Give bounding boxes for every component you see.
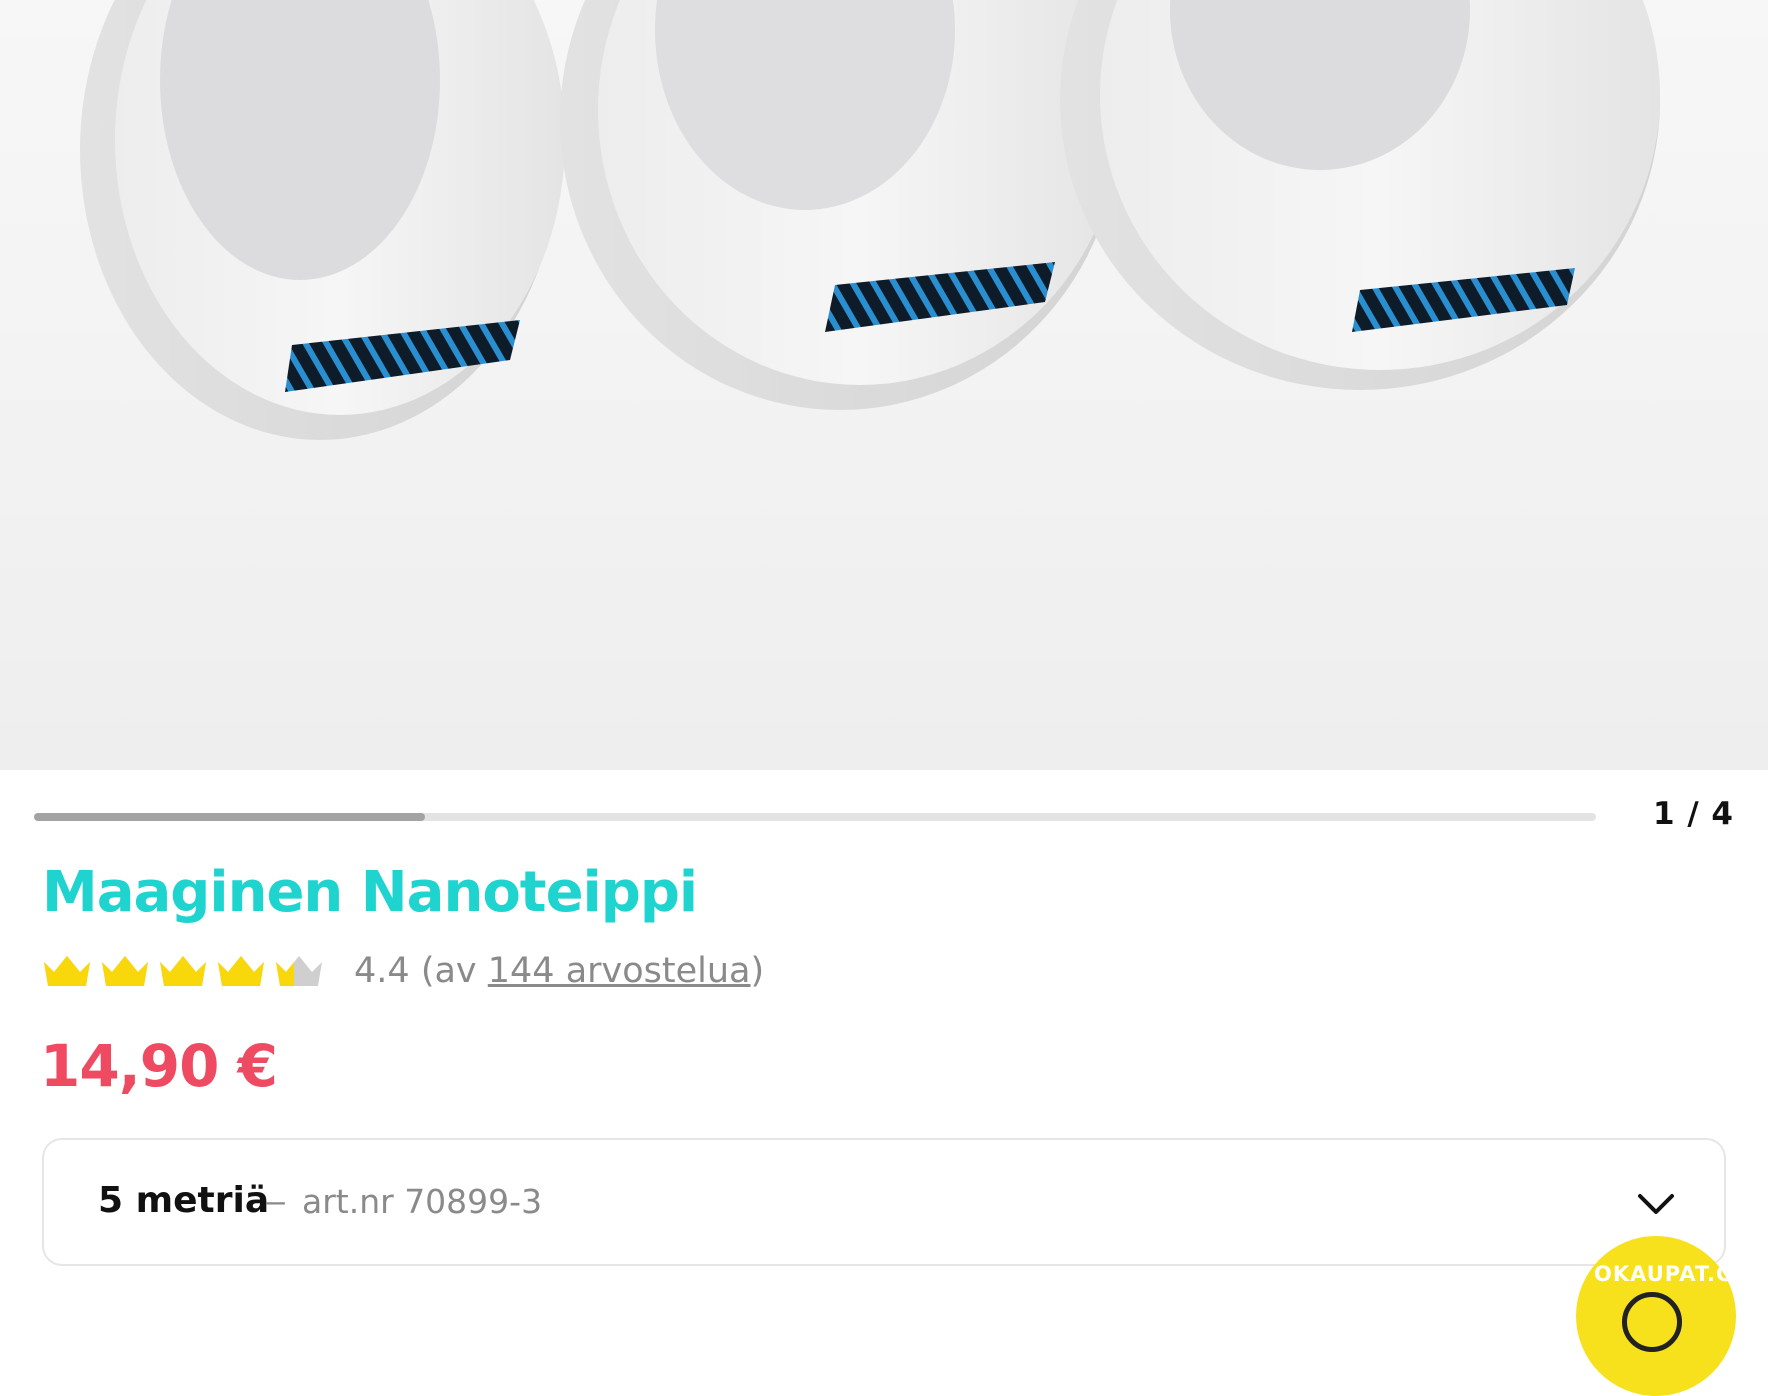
rating-crowns (42, 954, 332, 988)
gallery-progress-bar[interactable] (34, 813, 1596, 821)
product-title: Maaginen Nanoteippi (42, 860, 698, 925)
rating-prefix: (av (420, 951, 488, 991)
crown-icon (44, 956, 90, 986)
variant-article-number: art.nr 70899-3 (302, 1182, 543, 1221)
rating-suffix: ) (750, 951, 765, 991)
variant-separator: – (266, 1182, 285, 1220)
tape-roll-2 (560, 0, 1122, 410)
variant-name: 5 metriä (98, 1180, 270, 1221)
chat-icon (1622, 1292, 1682, 1352)
badge-text: OKAUPAT.CO (1594, 1262, 1736, 1286)
crown-icon (218, 956, 264, 986)
product-image[interactable] (0, 0, 1768, 770)
gallery-page-indicator: 1 / 4 (1652, 796, 1734, 832)
rating-value: 4.4 (354, 951, 410, 991)
tape-rolls-illustration (80, 0, 1660, 440)
chevron-down-icon (1638, 1194, 1674, 1214)
variant-select[interactable]: 5 metriä – art.nr 70899-3 (42, 1138, 1726, 1266)
tape-roll-1 (80, 0, 565, 440)
tape-roll-3 (1060, 0, 1660, 390)
crown-icon (276, 956, 322, 986)
crown-icon (160, 956, 206, 986)
rating-row: 4.4 (av 144 arvostelua) (42, 948, 764, 994)
crown-icon (102, 956, 148, 986)
rating-summary: 4.4 (av 144 arvostelua) (354, 951, 764, 991)
chat-badge-button[interactable]: OKAUPAT.CO (1576, 1236, 1736, 1396)
product-price: 14,90 € (40, 1032, 278, 1100)
reviews-link[interactable]: 144 arvostelua (488, 951, 751, 991)
gallery-progress-fill (34, 813, 425, 821)
